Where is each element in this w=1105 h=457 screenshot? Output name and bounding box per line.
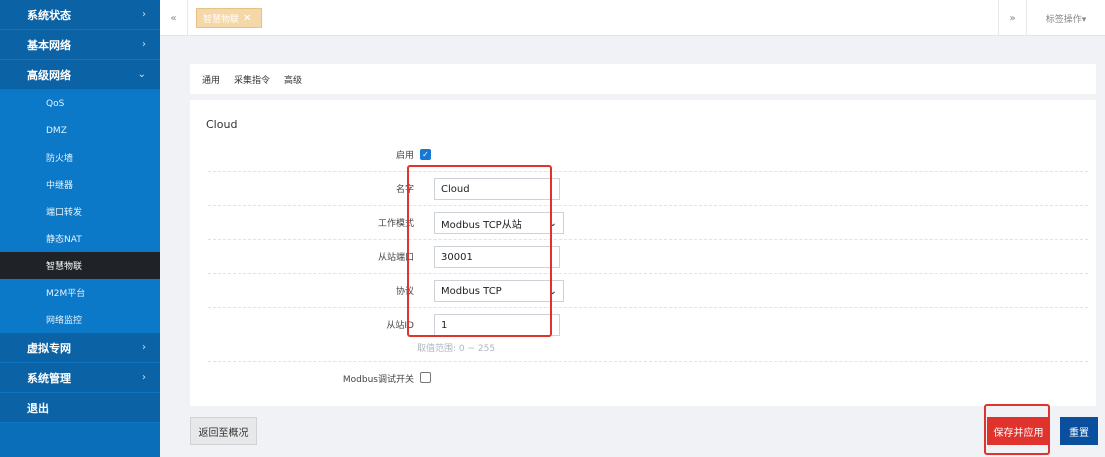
nav-vpn[interactable]: 虚拟专网 › xyxy=(0,333,160,363)
nav-system-status[interactable]: 系统状态 › xyxy=(0,0,160,30)
chevron-down-icon: ⌄ xyxy=(548,285,557,297)
enable-label: 启用 xyxy=(395,151,414,161)
chevron-right-icon: › xyxy=(142,9,146,20)
slave-id-label: 从站ID xyxy=(386,321,414,331)
nav-label: 高级网络 xyxy=(27,68,71,82)
sidebar-item-dmz[interactable]: DMZ xyxy=(0,117,160,144)
protocol-select[interactable]: Modbus TCP ⌄ xyxy=(434,280,564,302)
sidebar: 系统状态 › 基本网络 › 高级网络 ⌄ QoS DMZ 防火墙 中继器 端口转… xyxy=(0,0,160,457)
enable-row: 启用 ✓ xyxy=(208,138,1088,172)
sub-tabs: 通用 采集指令 高级 xyxy=(190,64,1096,94)
port-input[interactable]: 30001 xyxy=(434,246,560,268)
tab-label: 智慧物联 xyxy=(203,14,240,25)
tab-collect-commands[interactable]: 采集指令 xyxy=(234,73,270,86)
slave-id-input[interactable]: 1 xyxy=(434,314,560,336)
save-and-apply-button[interactable]: 保存并应用 xyxy=(987,417,1050,445)
tab-bar: « 智慧物联 ✕ » 标签操作▾ xyxy=(160,0,1105,36)
name-label: 名字 xyxy=(395,185,414,195)
nav-logout[interactable]: 退出 xyxy=(0,393,160,423)
mode-row: 工作模式 Modbus TCP从站 ⌄ xyxy=(208,206,1088,240)
nav-label: 系统状态 xyxy=(27,8,71,22)
nav-label: 退出 xyxy=(27,401,49,415)
back-to-overview-button[interactable]: 返回至概况 xyxy=(190,417,257,445)
form-card: Cloud 启用 ✓ 名字 Cloud 工作模式 Modbus TCP从站 ⌄ … xyxy=(190,100,1096,406)
tab-general[interactable]: 通用 xyxy=(202,73,220,86)
sidebar-item-static-nat[interactable]: 静态NAT xyxy=(0,225,160,252)
enable-checkbox[interactable]: ✓ xyxy=(420,149,431,160)
port-label: 从站端口 xyxy=(377,253,414,263)
sidebar-item-firewall[interactable]: 防火墙 xyxy=(0,144,160,171)
nav-label: 基本网络 xyxy=(27,38,71,52)
scroll-right-icon[interactable]: » xyxy=(998,0,1026,36)
protocol-row: 协议 Modbus TCP ⌄ xyxy=(208,274,1088,308)
sidebar-item-smart-iot[interactable]: 智慧物联 xyxy=(0,252,160,279)
chevron-down-icon: ⌄ xyxy=(548,217,557,229)
name-input[interactable]: Cloud xyxy=(434,178,560,200)
debug-checkbox[interactable] xyxy=(420,372,431,383)
tab-operations-menu[interactable]: 标签操作▾ xyxy=(1026,0,1105,36)
close-icon[interactable]: ✕ xyxy=(243,13,251,24)
scroll-left-icon[interactable]: « xyxy=(160,0,188,36)
nav-basic-network[interactable]: 基本网络 › xyxy=(0,30,160,60)
nav-label: 系统管理 xyxy=(27,371,71,385)
mode-select[interactable]: Modbus TCP从站 ⌄ xyxy=(434,212,564,234)
sidebar-item-m2m[interactable]: M2M平台 xyxy=(0,279,160,306)
protocol-label: 协议 xyxy=(395,287,414,297)
sidebar-item-port-forward[interactable]: 端口转发 xyxy=(0,198,160,225)
chevron-right-icon: › xyxy=(142,372,146,383)
slave-id-row: 从站ID 1 xyxy=(208,308,1088,362)
chevron-down-icon: ⌄ xyxy=(137,69,146,80)
debug-label: Modbus调试开关 xyxy=(342,375,414,385)
debug-row: Modbus调试开关 xyxy=(208,362,1088,394)
chevron-right-icon: › xyxy=(142,39,146,50)
mode-label: 工作模式 xyxy=(377,219,414,229)
protocol-value: Modbus TCP xyxy=(441,285,502,297)
section-title: Cloud xyxy=(206,118,238,131)
tab-advanced[interactable]: 高级 xyxy=(284,73,302,86)
tab-smart-iot[interactable]: 智慧物联 ✕ xyxy=(196,8,262,28)
name-row: 名字 Cloud xyxy=(208,172,1088,206)
reset-button[interactable]: 重置 xyxy=(1060,417,1098,445)
mode-value: Modbus TCP从站 xyxy=(441,219,522,231)
chevron-right-icon: › xyxy=(142,342,146,353)
port-row: 从站端口 30001 xyxy=(208,240,1088,274)
nav-system-admin[interactable]: 系统管理 › xyxy=(0,363,160,393)
sidebar-item-net-monitor[interactable]: 网络监控 xyxy=(0,306,160,333)
sidebar-item-relay[interactable]: 中继器 xyxy=(0,171,160,198)
nav-label: 虚拟专网 xyxy=(27,341,71,355)
range-hint: 取值范围: 0 ~ 255 xyxy=(417,344,496,354)
sidebar-item-qos[interactable]: QoS xyxy=(0,90,160,117)
nav-advanced-network[interactable]: 高级网络 ⌄ xyxy=(0,60,160,90)
